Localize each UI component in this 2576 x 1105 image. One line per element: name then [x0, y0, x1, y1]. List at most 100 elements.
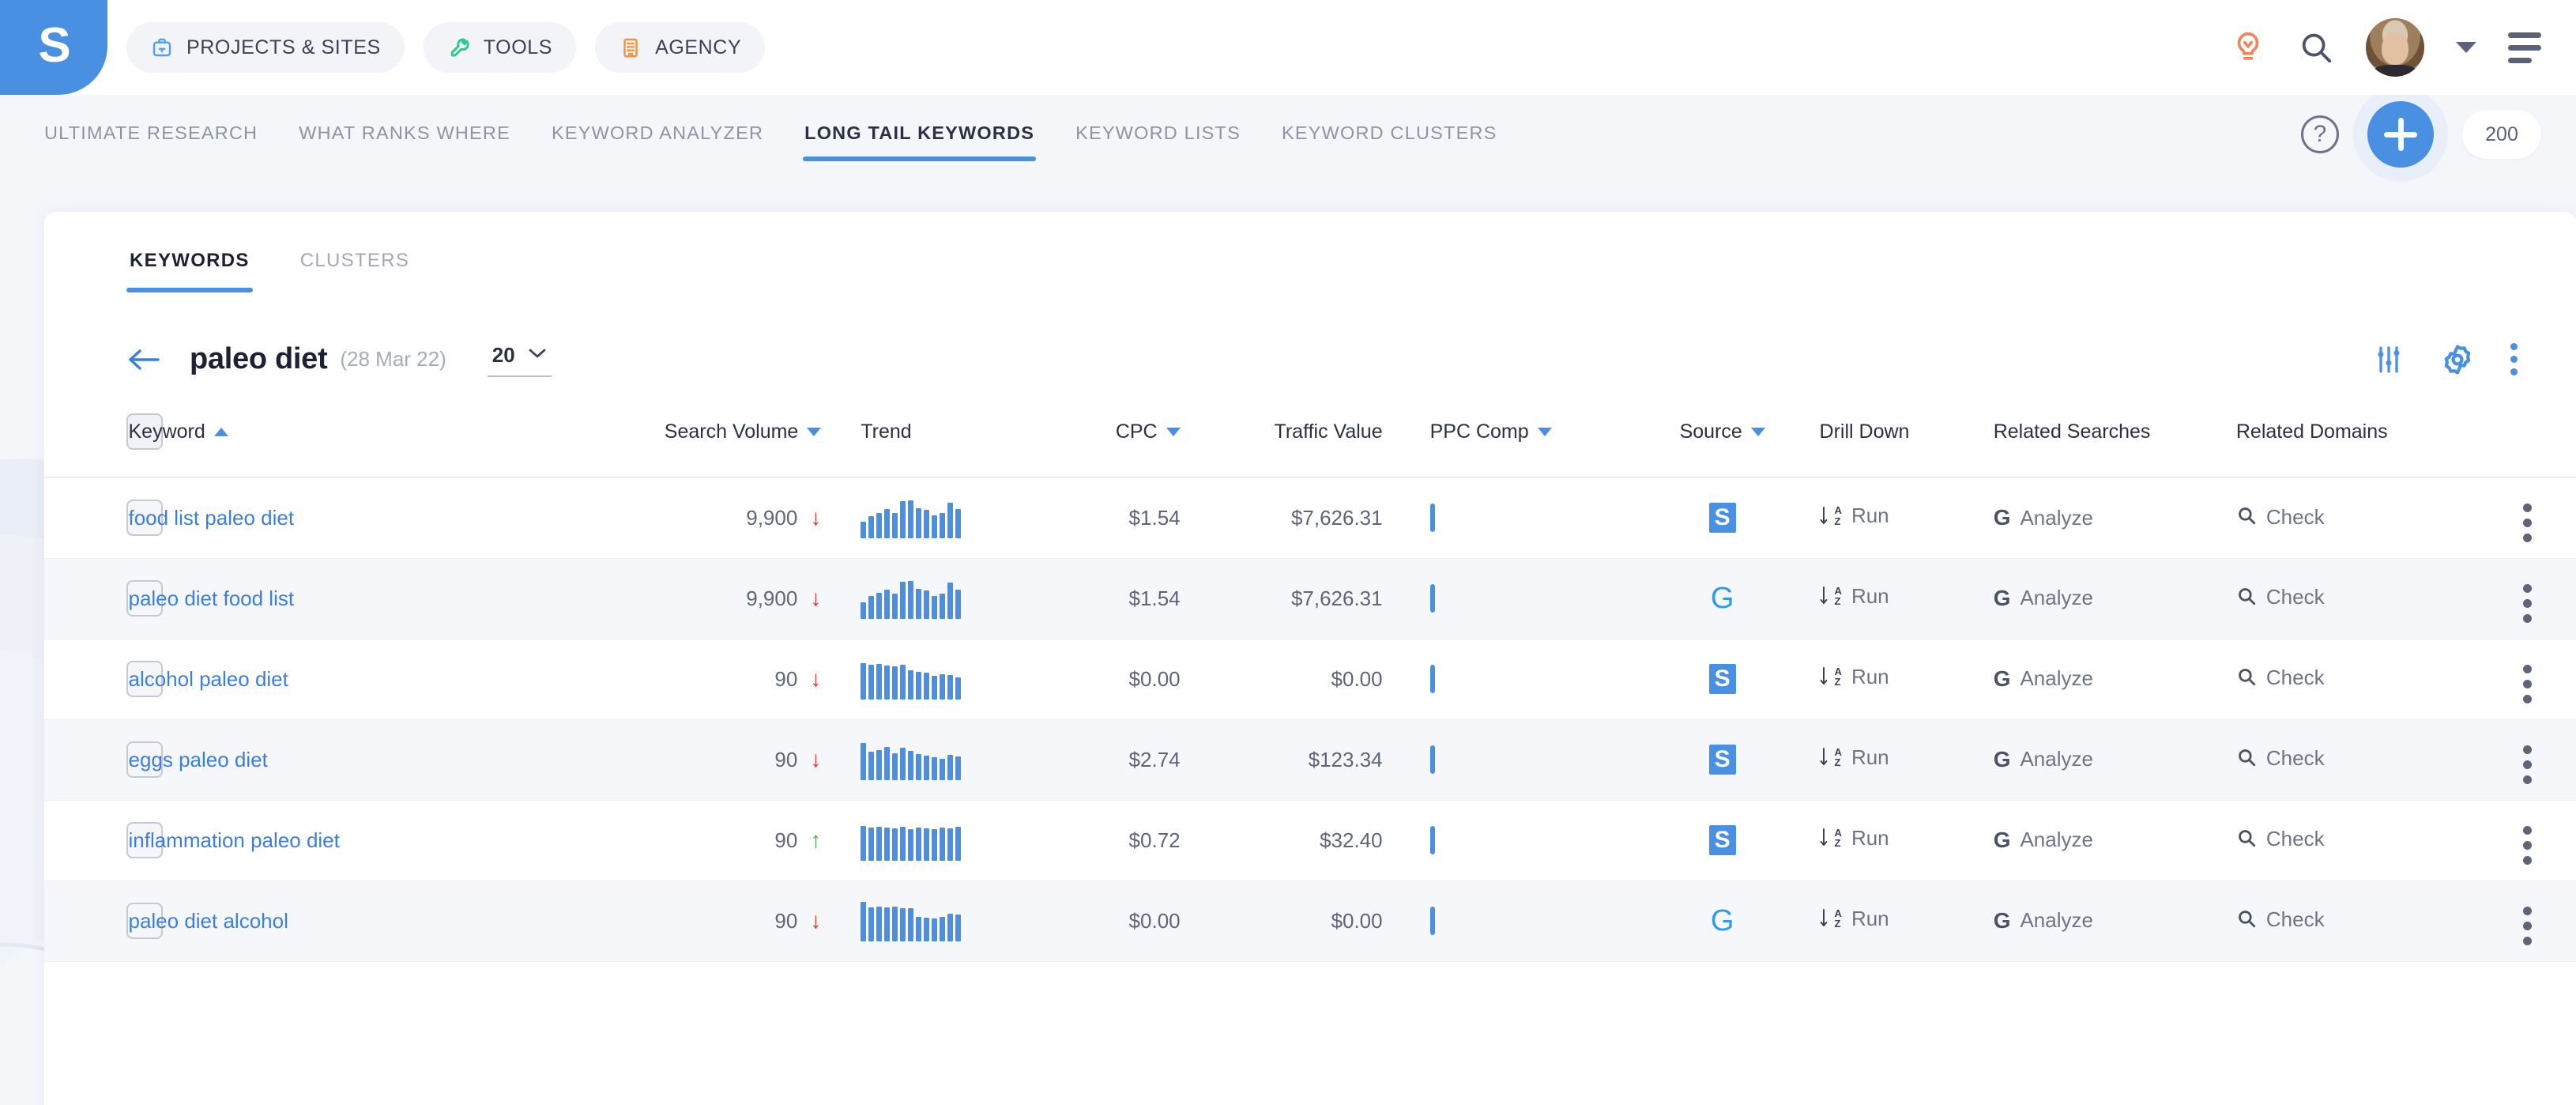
- sort-az-icon: AZ: [1820, 666, 1842, 688]
- tab-what-ranks-where[interactable]: WHAT RANKS WHERE: [297, 105, 512, 164]
- related-domains-action[interactable]: Check: [2236, 746, 2325, 771]
- keyword-link[interactable]: paleo diet food list: [128, 586, 294, 610]
- google-source-icon: G: [1710, 904, 1734, 937]
- column-header-source[interactable]: Source: [1625, 413, 1820, 478]
- nav-pill-projects-and-sites[interactable]: PROJECTS & SITES: [126, 22, 405, 73]
- spyfu-source-icon: S: [1708, 664, 1736, 694]
- cell-trend: [832, 719, 1027, 801]
- related-domains-action[interactable]: Check: [2236, 666, 2325, 690]
- drill-down-action[interactable]: A Z Run: [1820, 503, 1889, 528]
- related-domains-action[interactable]: Check: [2236, 907, 2325, 932]
- search-volume-value: 9,900: [746, 505, 798, 530]
- hamburger-menu-icon[interactable]: [2508, 32, 2541, 63]
- cell-ppc-comp: [1382, 558, 1625, 639]
- sort-az-icon: AZ: [1820, 827, 1842, 849]
- keyword-link[interactable]: eggs paleo diet: [128, 748, 267, 771]
- table-row[interactable]: food list paleo diet 9,900 ↓ $1.54 $7,626.31…: [44, 477, 2576, 559]
- rows-per-page-select[interactable]: 20: [487, 341, 552, 377]
- sort-az-icon: AZ: [1820, 505, 1842, 527]
- sort-desc-icon: [1750, 428, 1765, 437]
- column-header-search-volume[interactable]: Search Volume: [605, 413, 833, 478]
- google-g-icon: G: [1993, 505, 2011, 530]
- lightbulb-icon[interactable]: [2230, 29, 2266, 66]
- chevron-down-icon[interactable]: [2456, 42, 2476, 53]
- nav-pill-tools[interactable]: TOOLS: [423, 22, 577, 73]
- related-searches-action[interactable]: G Analyze: [1994, 586, 2093, 610]
- google-g-icon: G: [1993, 585, 2011, 610]
- column-header-actions: [2479, 413, 2576, 478]
- google-g-icon: G: [1993, 666, 2011, 691]
- tab-keyword-clusters[interactable]: KEYWORD CLUSTERS: [1280, 105, 1499, 164]
- keywords-table: Keyword Search Volume Trend CPC Traffic …: [44, 413, 2576, 962]
- wrench-icon: [447, 36, 471, 59]
- ppc-comp-bar: [1429, 825, 1435, 854]
- tab-keyword-analyzer[interactable]: KEYWORD ANALYZER: [550, 105, 765, 164]
- related-searches-action[interactable]: G Analyze: [1994, 828, 2093, 852]
- drill-down-action[interactable]: A Z Run: [1820, 665, 1889, 689]
- column-header-keyword[interactable]: Keyword: [128, 413, 606, 478]
- row-more-icon[interactable]: [2523, 745, 2533, 784]
- cell-cpc: $0.72: [1026, 800, 1181, 881]
- row-more-icon[interactable]: [2523, 503, 2533, 543]
- cell-related-searches: G Analyze: [1993, 558, 2236, 639]
- related-searches-action[interactable]: G Analyze: [1994, 506, 2093, 530]
- avatar[interactable]: [2366, 18, 2424, 77]
- gear-icon[interactable]: [2441, 343, 2474, 376]
- cell-row-actions: [2479, 477, 2576, 559]
- spyfu-logo[interactable]: S: [0, 0, 107, 95]
- table-row[interactable]: paleo diet alcohol 90 ↓ $0.00 $0.00 G A Z Run G An…: [44, 881, 2576, 962]
- add-button[interactable]: [2367, 101, 2434, 168]
- nav-pill-label: PROJECTS & SITES: [186, 36, 381, 58]
- row-more-icon[interactable]: [2523, 665, 2533, 703]
- table-row[interactable]: inflammation paleo diet 90 ↑ $0.72 $32.40 S A Z…: [44, 800, 2576, 881]
- keyword-link[interactable]: alcohol paleo diet: [128, 667, 288, 691]
- table-row[interactable]: alcohol paleo diet 90 ↓ $0.00 $0.00 S A Z Run G An…: [44, 639, 2576, 720]
- drill-down-action[interactable]: A Z Run: [1820, 745, 1889, 770]
- row-more-icon[interactable]: [2523, 826, 2533, 865]
- related-domains-action[interactable]: Check: [2236, 505, 2325, 530]
- back-arrow-icon[interactable]: [126, 346, 161, 373]
- tab-clusters[interactable]: CLUSTERS: [297, 250, 412, 292]
- column-header-ppc-comp[interactable]: PPC Comp: [1382, 413, 1625, 478]
- keyword-link[interactable]: paleo diet alcohol: [128, 909, 288, 933]
- keyword-link[interactable]: inflammation paleo diet: [128, 828, 339, 852]
- spyfu-source-icon: S: [1708, 825, 1736, 855]
- credits-badge[interactable]: 200: [2462, 110, 2541, 159]
- tab-long-tail-keywords[interactable]: LONG TAIL KEYWORDS: [803, 105, 1037, 164]
- related-domains-action[interactable]: Check: [2236, 827, 2325, 851]
- keyword-link[interactable]: food list paleo diet: [128, 506, 294, 530]
- tab-keywords[interactable]: KEYWORDS: [126, 250, 253, 292]
- avatar-shirt: [2374, 65, 2416, 77]
- row-more-icon[interactable]: [2523, 907, 2533, 945]
- sort-asc-icon: [213, 428, 228, 437]
- drill-down-action[interactable]: A Z Run: [1820, 907, 1889, 931]
- trend-down-icon: ↓: [810, 747, 822, 771]
- cell-ppc-comp: [1382, 719, 1625, 801]
- row-more-icon[interactable]: [2523, 584, 2533, 623]
- tab-ultimate-research[interactable]: ULTIMATE RESEARCH: [43, 105, 259, 164]
- tab-keyword-lists[interactable]: KEYWORD LISTS: [1074, 105, 1242, 164]
- keywords-card: KEYWORDS CLUSTERS paleo diet (28 Mar 22)…: [44, 212, 2576, 1105]
- row-select-cell: [44, 881, 163, 962]
- search-volume-value: 90: [774, 908, 798, 933]
- related-domains-action[interactable]: Check: [2236, 585, 2325, 609]
- section-tabs: ULTIMATE RESEARCH WHAT RANKS WHERE KEYWO…: [0, 95, 2576, 174]
- more-vertical-icon[interactable]: [2510, 343, 2518, 375]
- related-searches-label: Analyze: [2020, 586, 2093, 610]
- related-searches-label: Analyze: [2020, 505, 2093, 530]
- avatar-face: [2381, 32, 2408, 66]
- nav-pill-agency[interactable]: AGENCY: [595, 22, 766, 73]
- table-row[interactable]: eggs paleo diet 90 ↓ $2.74 $123.34 S A Z Run G Ana…: [44, 719, 2576, 801]
- drill-down-action[interactable]: A Z Run: [1820, 584, 1889, 609]
- help-icon[interactable]: ?: [2301, 115, 2339, 153]
- drill-down-action[interactable]: A Z Run: [1820, 826, 1889, 850]
- related-searches-action[interactable]: G Analyze: [1994, 908, 2093, 933]
- related-searches-action[interactable]: G Analyze: [1994, 747, 2093, 771]
- logo-letter: S: [38, 18, 70, 73]
- cell-ppc-comp: [1382, 800, 1625, 881]
- search-icon[interactable]: [2298, 29, 2334, 66]
- column-header-cpc[interactable]: CPC: [1026, 413, 1181, 478]
- sliders-icon[interactable]: [2373, 344, 2405, 375]
- related-searches-action[interactable]: G Analyze: [1994, 666, 2093, 691]
- table-row[interactable]: paleo diet food list 9,900 ↓ $1.54 $7,626.31…: [44, 558, 2576, 639]
